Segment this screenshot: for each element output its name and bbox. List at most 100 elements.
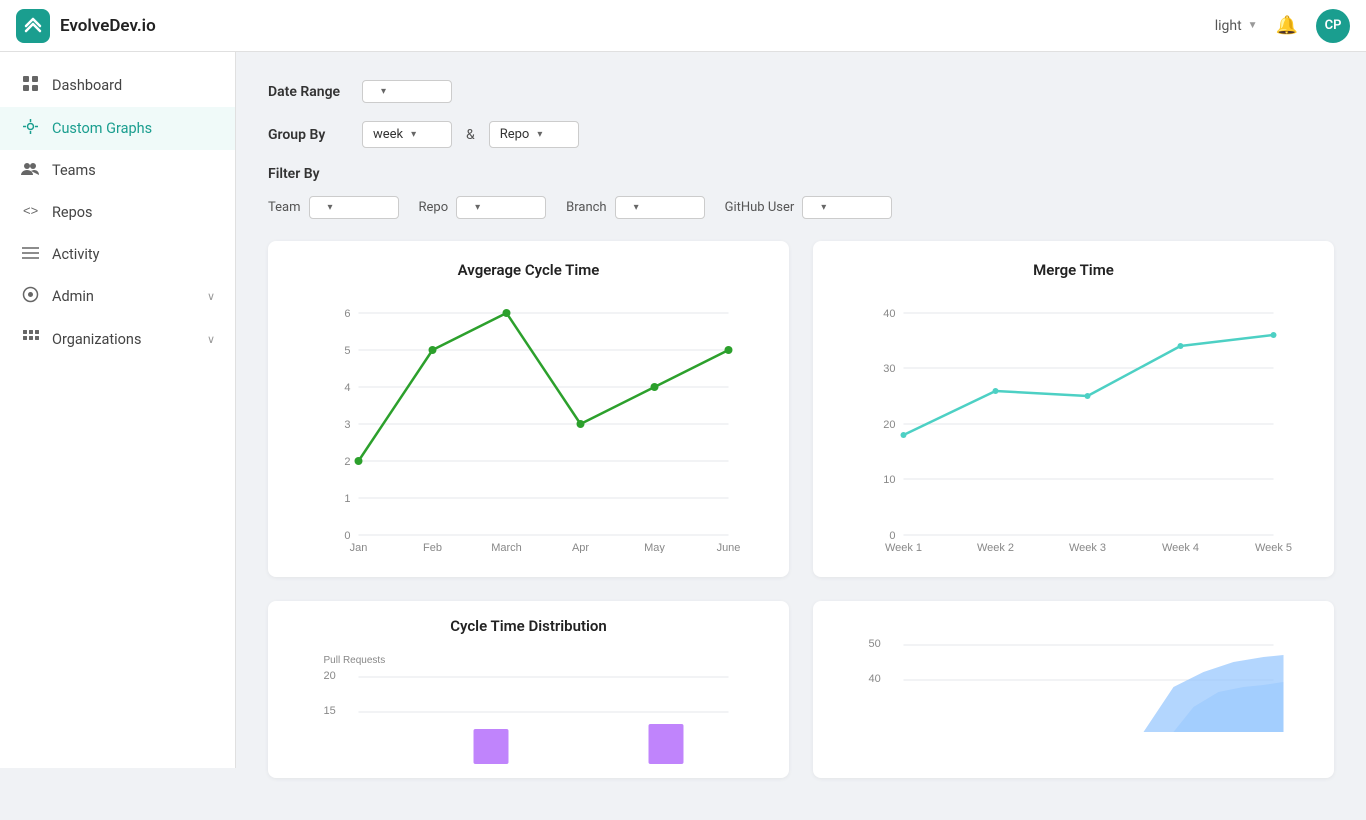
teams-icon — [20, 161, 40, 180]
svg-text:<>: <> — [23, 203, 38, 218]
svg-text:6: 6 — [344, 308, 350, 320]
team-select[interactable]: ▾ — [309, 196, 399, 219]
theme-selector[interactable]: light ▼ — [1215, 18, 1258, 34]
svg-text:Week 4: Week 4 — [1162, 542, 1199, 553]
merge-time-title: Merge Time — [833, 261, 1314, 279]
sidebar-item-teams[interactable]: Teams — [0, 150, 235, 191]
sidebar-item-admin[interactable]: Admin ∨ — [0, 275, 235, 318]
svg-text:15: 15 — [324, 705, 336, 717]
svg-text:May: May — [644, 542, 665, 553]
svg-text:March: March — [491, 542, 522, 553]
github-user-filter: GitHub User ▾ — [725, 196, 893, 219]
sidebar-item-label: Activity — [52, 246, 215, 263]
chevron-down-icon: ▾ — [821, 202, 826, 213]
main-content: Date Range ▾ Group By week ▾ & Repo ▾ Fi… — [236, 52, 1366, 806]
svg-text:Feb: Feb — [423, 542, 442, 553]
group-by-label: Group By — [268, 127, 348, 143]
header-right: light ▼ 🔔 CP — [1215, 9, 1350, 43]
logo-text: EvolveDev.io — [60, 16, 156, 36]
activity-icon — [20, 245, 40, 264]
organizations-icon — [20, 329, 40, 350]
branch-filter: Branch ▾ — [566, 196, 704, 219]
sidebar: Dashboard Custom Graphs Teams — [0, 52, 236, 768]
chevron-down-icon: ▾ — [381, 86, 386, 97]
svg-text:Jan: Jan — [350, 542, 368, 553]
merge-time-card: Merge Time 40 30 20 10 0 Week 1 Week 2 W… — [813, 241, 1334, 577]
group-by-select[interactable]: week ▾ — [362, 121, 452, 148]
group-by-secondary-select[interactable]: Repo ▾ — [489, 121, 579, 148]
svg-text:5: 5 — [344, 345, 350, 357]
logo-icon — [16, 9, 50, 43]
sidebar-item-label: Organizations — [52, 331, 195, 348]
chevron-down-icon: ∨ — [207, 333, 215, 346]
filter-by-label: Filter By — [268, 166, 1334, 182]
sidebar-item-organizations[interactable]: Organizations ∨ — [0, 318, 235, 361]
github-user-select[interactable]: ▾ — [802, 196, 892, 219]
team-filter: Team ▾ — [268, 196, 399, 219]
date-range-row: Date Range ▾ — [268, 80, 1334, 103]
dashboard-icon — [20, 75, 40, 96]
filters-section: Date Range ▾ Group By week ▾ & Repo ▾ Fi… — [268, 80, 1334, 219]
merge-time-chart: 40 30 20 10 0 Week 1 Week 2 Week 3 Week … — [833, 293, 1314, 553]
sidebar-item-label: Repos — [52, 204, 215, 221]
avg-cycle-time-card: Avgerage Cycle Time 6 5 4 3 2 1 0 — [268, 241, 789, 577]
sidebar-item-repos[interactable]: <> Repos — [0, 191, 235, 234]
svg-text:0: 0 — [344, 530, 350, 542]
svg-text:30: 30 — [883, 363, 895, 375]
svg-text:Pull Requests: Pull Requests — [324, 655, 386, 666]
cycle-time-dist-title: Cycle Time Distribution — [288, 617, 769, 635]
chevron-down-icon: ▾ — [411, 129, 416, 140]
avg-cycle-time-title: Avgerage Cycle Time — [288, 261, 769, 279]
svg-text:40: 40 — [869, 673, 881, 685]
sidebar-item-label: Teams — [52, 162, 215, 179]
repos-icon: <> — [20, 202, 40, 223]
theme-label: light — [1215, 18, 1242, 34]
repo-filter: Repo ▾ — [419, 196, 547, 219]
repo-select[interactable]: ▾ — [456, 196, 546, 219]
svg-text:20: 20 — [883, 419, 895, 431]
custom-graphs-icon — [20, 118, 40, 139]
svg-text:2: 2 — [344, 456, 350, 468]
sidebar-item-custom-graphs[interactable]: Custom Graphs — [0, 107, 235, 150]
svg-text:50: 50 — [869, 638, 881, 650]
merge-time-dist-chart: 50 40 — [833, 617, 1314, 732]
branch-select[interactable]: ▾ — [615, 196, 705, 219]
chevron-down-icon: ▾ — [537, 129, 542, 140]
svg-text:3: 3 — [344, 419, 350, 431]
logo-area: EvolveDev.io — [16, 9, 156, 43]
date-range-label: Date Range — [268, 84, 348, 100]
group-by-row: Group By week ▾ & Repo ▾ — [268, 121, 1334, 148]
avatar[interactable]: CP — [1316, 9, 1350, 43]
admin-icon — [20, 286, 40, 307]
svg-text:4: 4 — [344, 382, 350, 394]
avg-cycle-time-chart: 6 5 4 3 2 1 0 Jan Feb March Apr May June — [288, 293, 769, 553]
merge-time-dist-card: 50 40 — [813, 601, 1334, 778]
header: EvolveDev.io light ▼ 🔔 CP — [0, 0, 1366, 52]
charts-grid-top: Avgerage Cycle Time 6 5 4 3 2 1 0 — [268, 241, 1334, 577]
svg-text:June: June — [717, 542, 741, 553]
filter-and-label: & — [466, 127, 475, 143]
notification-button[interactable]: 🔔 — [1272, 11, 1302, 40]
svg-text:20: 20 — [324, 670, 336, 682]
svg-text:40: 40 — [883, 308, 895, 320]
svg-text:Week 3: Week 3 — [1069, 542, 1106, 553]
svg-text:1: 1 — [344, 493, 350, 505]
chevron-down-icon: ▾ — [328, 202, 333, 213]
sidebar-item-dashboard[interactable]: Dashboard — [0, 64, 235, 107]
date-range-select[interactable]: ▾ — [362, 80, 452, 103]
group-by-secondary-value: Repo — [500, 127, 530, 142]
chevron-down-icon: ▾ — [634, 202, 639, 213]
sidebar-item-label: Dashboard — [52, 77, 215, 94]
cycle-time-dist-chart: Pull Requests 20 15 — [288, 649, 769, 764]
team-label: Team — [268, 200, 301, 215]
svg-text:0: 0 — [889, 530, 895, 542]
chevron-down-icon: ∨ — [207, 290, 215, 303]
svg-text:Apr: Apr — [572, 542, 589, 553]
svg-text:Week 1: Week 1 — [885, 542, 922, 553]
chevron-down-icon: ▾ — [475, 202, 480, 213]
svg-text:Week 5: Week 5 — [1255, 542, 1292, 553]
cycle-time-dist-card: Cycle Time Distribution Pull Requests 20… — [268, 601, 789, 778]
branch-label: Branch — [566, 200, 606, 215]
sidebar-item-activity[interactable]: Activity — [0, 234, 235, 275]
sidebar-item-label: Admin — [52, 288, 195, 305]
